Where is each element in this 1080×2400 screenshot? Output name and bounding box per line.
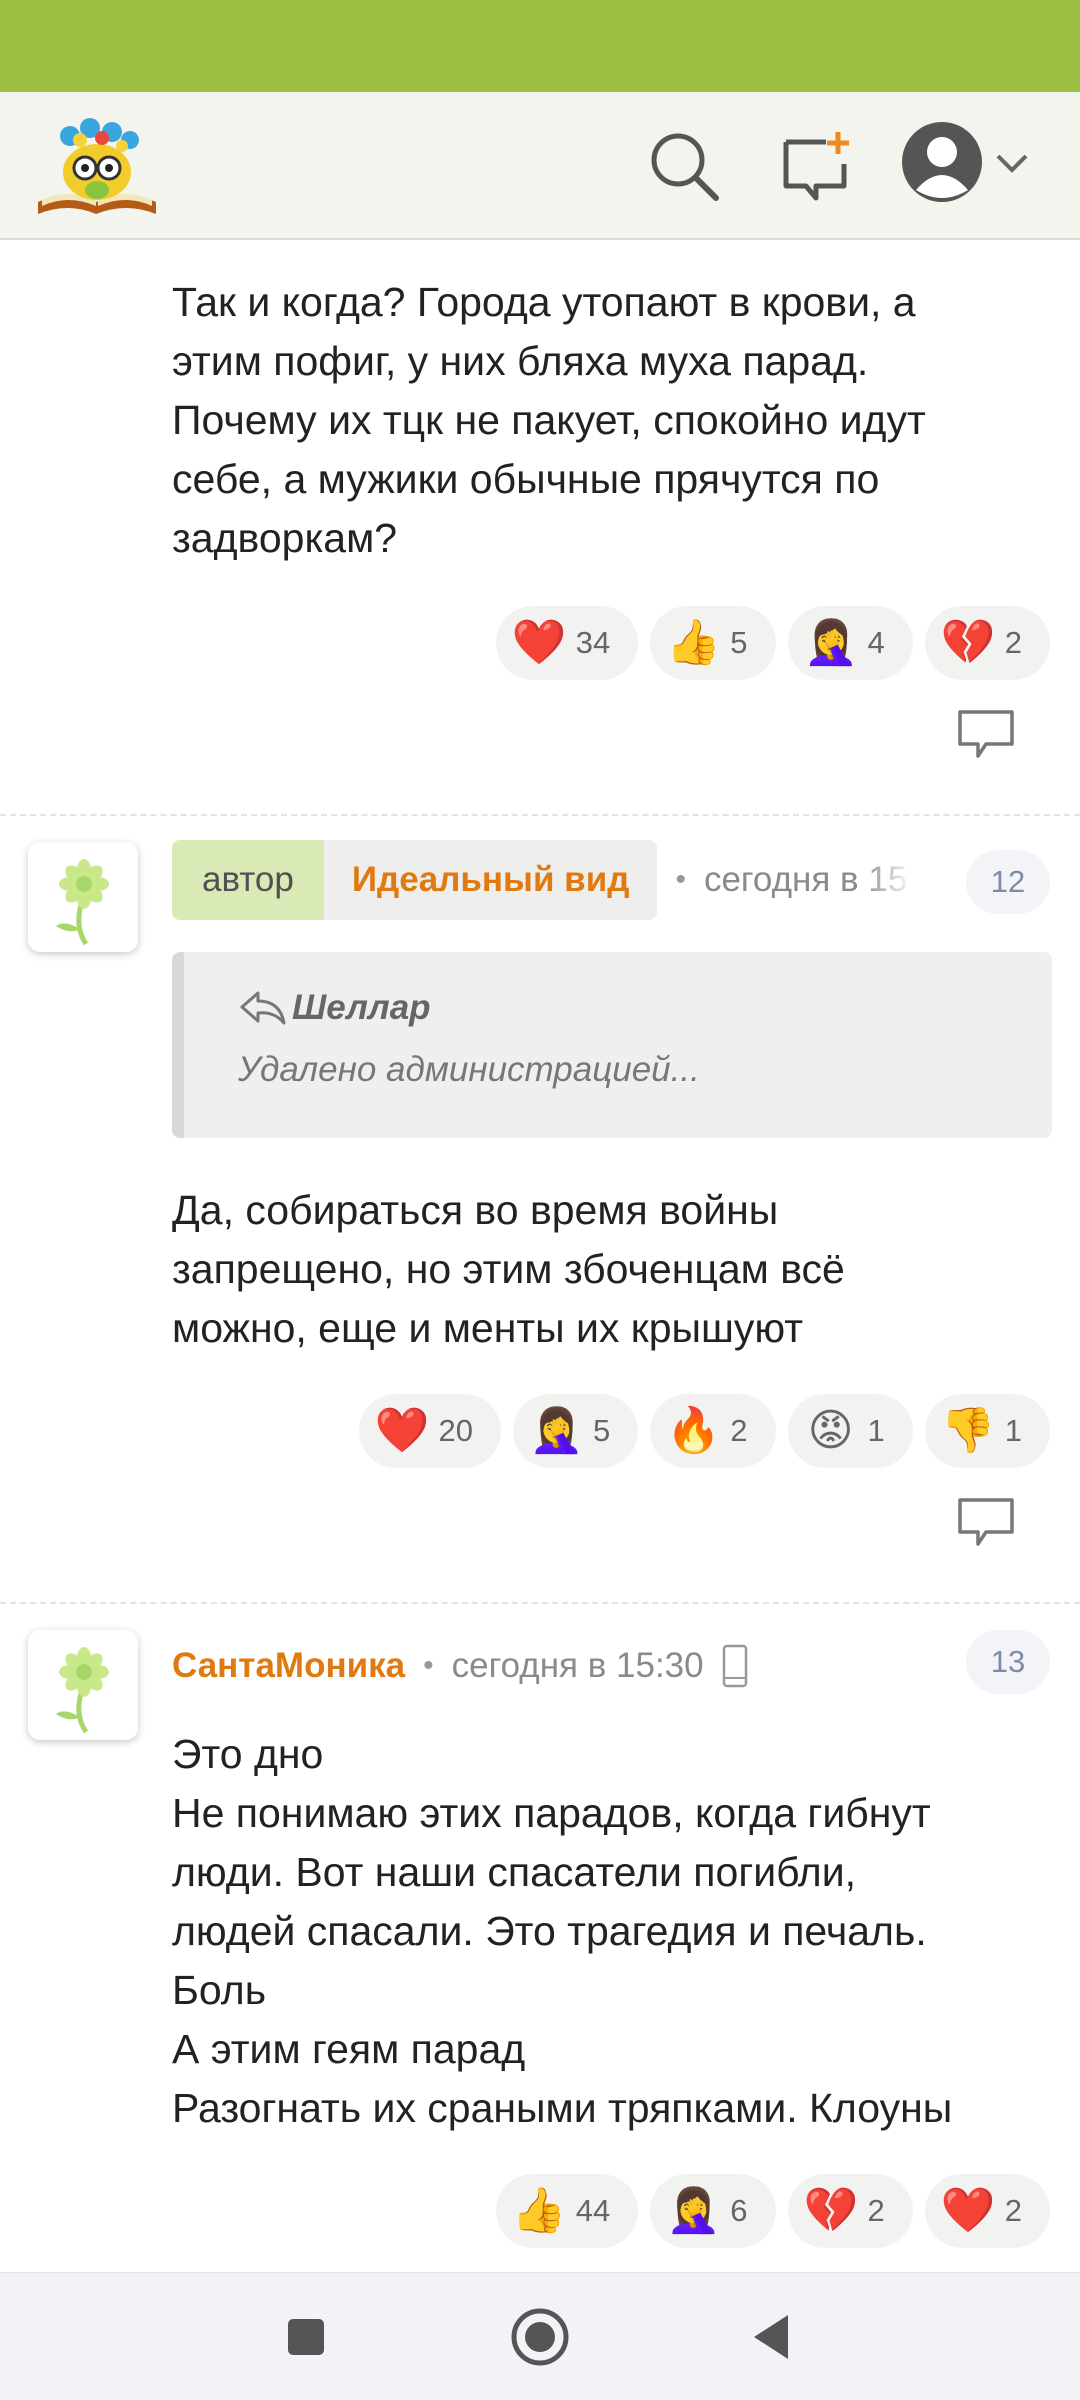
reaction-broken-heart[interactable]: 💔 2	[924, 606, 1050, 680]
facepalm-icon: 🤦‍♀️	[666, 2186, 722, 2235]
reaction-facepalm[interactable]: 🤦‍♀️ 4	[787, 606, 913, 680]
home-icon[interactable]	[510, 2307, 570, 2367]
reaction-thumbs-down[interactable]: 👎 1	[924, 1394, 1050, 1468]
search-icon[interactable]	[646, 128, 722, 204]
heart-icon: ❤️	[511, 618, 567, 667]
reaction-count: 2	[1004, 625, 1022, 660]
reaction-facepalm[interactable]: 🤦‍♀️ 5	[513, 1394, 639, 1468]
reply-icon[interactable]	[956, 708, 1016, 762]
reaction-count: 5	[730, 625, 748, 660]
reaction-heart[interactable]: ❤️ 20	[358, 1394, 501, 1468]
heart-icon: ❤️	[374, 1406, 430, 1455]
comment-time: сегодня в 15	[703, 860, 908, 899]
reactions-bar: ❤️ 20 🤦‍♀️ 5 🔥 2 😡 1 👎 1	[358, 1394, 1050, 1468]
comment-separator	[0, 814, 1080, 816]
broken-heart-icon: 💔	[940, 618, 996, 667]
recent-apps-icon[interactable]	[286, 2317, 326, 2357]
quote-text: Удалено администрацией...	[238, 1050, 700, 1089]
comment-time: сегодня в 15:30	[451, 1646, 704, 1685]
quote-header: Шеллар	[238, 988, 431, 1028]
author-name[interactable]: СантаМоника	[172, 1646, 405, 1686]
back-icon[interactable]	[752, 2313, 792, 2361]
reaction-count: 2	[1004, 2193, 1022, 2228]
reaction-count: 1	[867, 1413, 885, 1448]
thumbs-up-icon: 👍	[511, 2186, 567, 2235]
reaction-count: 44	[575, 2193, 611, 2228]
comment-separator	[0, 1602, 1080, 1604]
reply-arrow-icon	[240, 991, 286, 1025]
facepalm-icon: 🤦‍♀️	[803, 618, 859, 667]
comment-text: Да, собираться во время войны запрещено,…	[172, 1187, 845, 1351]
avatar[interactable]	[28, 1630, 138, 1740]
comment-meta: СантаМоника • сегодня в 15:30	[172, 1626, 748, 1706]
flower-avatar-icon	[56, 859, 109, 946]
broken-heart-icon: 💔	[803, 2186, 859, 2235]
reaction-count: 2	[867, 2193, 885, 2228]
avatar[interactable]	[28, 842, 138, 952]
reaction-thumbs-up[interactable]: 👍 44	[495, 2174, 639, 2248]
reaction-broken-heart[interactable]: 💔 2	[787, 2174, 913, 2248]
status-bar	[0, 0, 1080, 92]
reaction-count: 5	[593, 1413, 611, 1448]
meta-dot: •	[675, 863, 686, 896]
facepalm-icon: 🤦‍♀️	[529, 1406, 584, 1455]
reaction-thumbs-up[interactable]: 👍 5	[650, 606, 776, 680]
reaction-heart[interactable]: ❤️ 34	[495, 606, 639, 680]
reply-icon[interactable]	[956, 1496, 1016, 1550]
comments-feed: Так и когда? Города утопают в крови, а э…	[0, 242, 1080, 2272]
comment-number-badge[interactable]: 12	[966, 850, 1050, 914]
flower-avatar-icon	[56, 1647, 109, 1734]
chevron-down-icon[interactable]	[994, 148, 1030, 178]
reaction-count: 34	[575, 625, 611, 660]
quote-block[interactable]: Шеллар Удалено администрацией...	[172, 952, 1052, 1138]
reactions-bar: 👍 44 🤦‍♀️ 6 💔 2 ❤️ 2	[495, 2174, 1050, 2248]
reactions-bar: ❤️ 34 👍 5 🤦‍♀️ 4 💔 2	[495, 606, 1050, 680]
comment-text: Так и когда? Города утопают в крови, а э…	[172, 279, 926, 561]
author-name[interactable]: Идеальный вид	[323, 840, 658, 920]
fire-icon: 🔥	[666, 1406, 722, 1455]
mobile-phone-icon	[722, 1644, 747, 1688]
heart-icon: ❤️	[940, 2186, 996, 2235]
author-tag: автор	[172, 840, 324, 920]
reaction-count: 6	[730, 2193, 748, 2228]
thumbs-down-icon: 👎	[940, 1406, 996, 1455]
reaction-fire[interactable]: 🔥 2	[650, 1394, 776, 1468]
reaction-count: 1	[1004, 1413, 1022, 1448]
angry-face-icon: 😡	[807, 1406, 854, 1455]
site-logo[interactable]	[34, 110, 160, 220]
comment-text: Это дно Не понимаю этих парадов, когда г…	[172, 1731, 953, 2131]
reaction-heart[interactable]: ❤️ 2	[924, 2174, 1050, 2248]
reaction-facepalm[interactable]: 🤦‍♀️ 6	[650, 2174, 776, 2248]
user-avatar-icon[interactable]	[900, 120, 984, 204]
app-header	[0, 92, 1080, 240]
meta-dot: •	[423, 1649, 434, 1682]
system-nav-bar	[0, 2272, 1080, 2400]
thumbs-up-icon: 👍	[666, 618, 722, 667]
comment-number-badge[interactable]: 13	[966, 1630, 1050, 1694]
reaction-count: 2	[730, 1413, 748, 1448]
author-pill[interactable]: автор Идеальный вид	[172, 840, 658, 920]
reaction-count: 20	[438, 1413, 473, 1448]
comment-meta: автор Идеальный вид • сегодня в 15	[172, 840, 914, 920]
reaction-angry[interactable]: 😡 1	[787, 1394, 913, 1468]
reaction-count: 4	[867, 625, 885, 660]
new-post-icon[interactable]	[778, 128, 854, 204]
quote-author: Шеллар	[292, 988, 431, 1027]
